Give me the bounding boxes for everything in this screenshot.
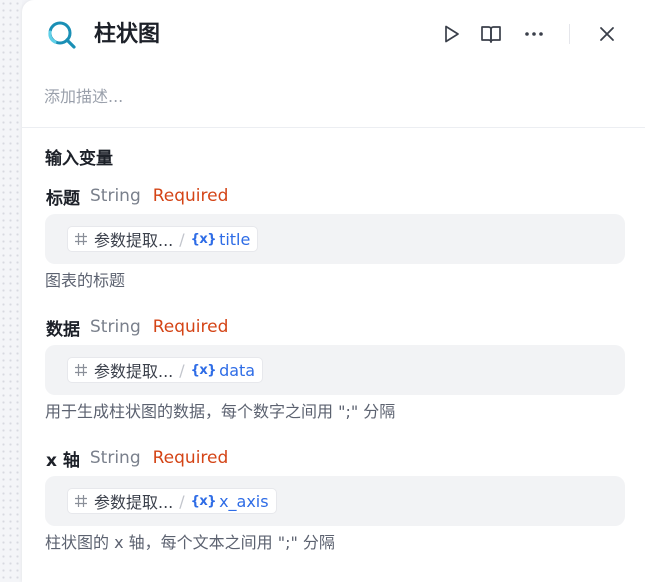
description-input[interactable] xyxy=(44,83,604,109)
field-name: 标题 xyxy=(46,188,80,209)
path-separator: / xyxy=(179,360,185,380)
field-name: x 轴 xyxy=(46,450,80,471)
source-node-label: 参数提取... xyxy=(94,362,174,381)
required-badge: Required xyxy=(152,448,229,468)
variable-reference-chip[interactable]: 参数提取... / {x} x_axis xyxy=(67,488,277,514)
field-type: String xyxy=(90,186,141,206)
header-divider xyxy=(22,127,645,128)
required-badge: Required xyxy=(152,317,229,337)
node-config-panel: 柱状图 输入变量 xyxy=(22,0,645,582)
variable-name: title xyxy=(219,229,251,249)
close-icon xyxy=(600,27,614,41)
variable-reference-chip[interactable]: 参数提取... / {x} data xyxy=(67,357,264,383)
field-description: 柱状图的 x 轴，每个文本之间用 ";" 分隔 xyxy=(45,533,335,552)
close-button[interactable] xyxy=(595,22,619,46)
source-node-label: 参数提取... xyxy=(94,493,174,512)
node-title: 柱状图 xyxy=(94,22,161,47)
field-header: 数据 String Required xyxy=(46,314,228,340)
variable-name: data xyxy=(219,360,256,380)
field-description: 图表的标题 xyxy=(45,271,126,290)
field-header: x 轴 String Required xyxy=(46,445,228,471)
more-horizontal-icon xyxy=(525,32,543,36)
grid-icon xyxy=(75,233,87,245)
input-variables-heading: 输入变量 xyxy=(45,149,113,169)
path-separator: / xyxy=(179,229,185,249)
more-button[interactable] xyxy=(522,22,546,46)
variable-name: x_axis xyxy=(219,491,269,511)
field-header: 标题 String Required xyxy=(46,183,228,209)
canvas-dot-grid xyxy=(0,0,22,582)
header-separator xyxy=(569,24,570,44)
path-separator: / xyxy=(179,491,185,511)
panel-header: 柱状图 xyxy=(22,0,645,70)
required-badge: Required xyxy=(152,186,229,206)
variable-icon: {x} xyxy=(190,231,217,247)
source-node-label: 参数提取... xyxy=(94,231,174,250)
variable-reference-chip[interactable]: 参数提取... / {x} title xyxy=(67,226,259,252)
variable-value-box[interactable]: 参数提取... / {x} title xyxy=(45,214,625,264)
field-description: 用于生成柱状图的数据，每个数字之间用 ";" 分隔 xyxy=(45,402,396,421)
run-button[interactable] xyxy=(439,22,463,46)
play-icon xyxy=(445,25,459,43)
docs-button[interactable] xyxy=(479,22,503,46)
field-name: 数据 xyxy=(46,319,80,340)
field-type: String xyxy=(89,448,141,468)
variable-value-box[interactable]: 参数提取... / {x} data xyxy=(45,345,625,395)
field-type: String xyxy=(90,317,141,337)
variable-value-box[interactable]: 参数提取... / {x} x_axis xyxy=(45,476,625,526)
grid-icon xyxy=(75,495,87,507)
variable-icon: {x} xyxy=(190,493,217,509)
variable-icon: {x} xyxy=(190,362,217,378)
book-icon xyxy=(481,26,501,43)
chart-magnifier-icon xyxy=(46,19,78,51)
grid-icon xyxy=(75,364,87,376)
